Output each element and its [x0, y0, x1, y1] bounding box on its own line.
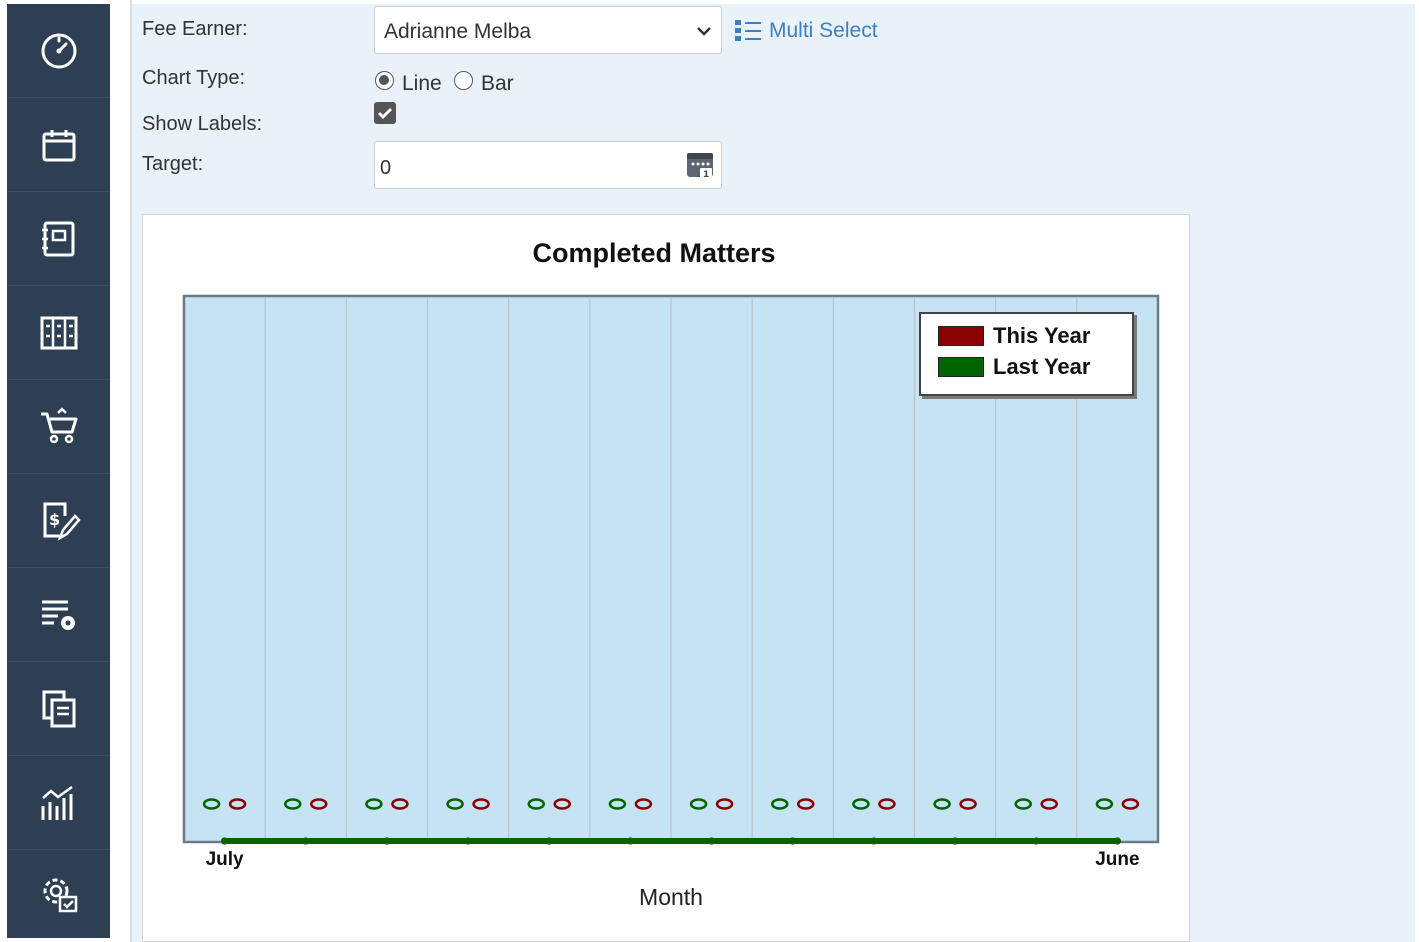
- show-labels-label: Show Labels:: [142, 113, 263, 135]
- checkmark-icon: [378, 108, 392, 119]
- data-point: [708, 837, 716, 845]
- data-point: [789, 837, 797, 845]
- multi-select-label: Multi Select: [769, 19, 878, 42]
- nav-documents[interactable]: [7, 662, 110, 756]
- chart-type-bar-label: Bar: [481, 72, 514, 95]
- data-point: [951, 837, 959, 845]
- nav-shop[interactable]: [7, 380, 110, 474]
- legend-label-this-year: This Year: [993, 323, 1091, 348]
- nav-calendar[interactable]: [7, 98, 110, 192]
- documents-copy-icon: [42, 690, 75, 727]
- x-tick-label: June: [1095, 849, 1139, 870]
- main-panel: Fee Earner: Adrianne Melba Multi Select …: [132, 4, 1415, 942]
- nav-admin[interactable]: [7, 850, 110, 938]
- legend-swatch-this-year: [938, 326, 984, 346]
- data-point: [626, 837, 634, 845]
- number-picker-icon[interactable]: 1: [686, 150, 716, 180]
- data-point: [464, 837, 472, 845]
- target-input[interactable]: 0 1: [374, 141, 722, 189]
- contacts-book-icon: [41, 221, 74, 256]
- chart-type-label: Chart Type:: [142, 67, 246, 89]
- nav-dashboard[interactable]: [7, 4, 110, 98]
- multi-select-list-icon: [735, 20, 761, 41]
- legend-label-last-year: Last Year: [993, 354, 1091, 379]
- data-point: [870, 837, 878, 845]
- data-point: [302, 837, 310, 845]
- chart-type-bar-radio[interactable]: [454, 71, 473, 90]
- dashboard-gauge-icon: [41, 33, 76, 68]
- chart-type-line-radio[interactable]: [375, 71, 394, 90]
- settings-list-icon: [41, 600, 75, 630]
- chevron-down-icon: [697, 27, 711, 36]
- calendar-icon: [42, 129, 75, 161]
- chart-title: Completed Matters: [532, 238, 775, 268]
- nav-billing[interactable]: $: [7, 474, 110, 568]
- nav-library[interactable]: [7, 286, 110, 380]
- reports-chart-icon: [41, 785, 73, 820]
- svg-text:$: $: [49, 510, 60, 529]
- shopping-cart-icon: [40, 406, 77, 443]
- fee-earner-value: Adrianne Melba: [384, 20, 532, 43]
- x-tick-label: July: [206, 849, 244, 870]
- chart-legend: This Year Last Year: [919, 312, 1134, 396]
- show-labels-checkbox[interactable]: [374, 102, 396, 124]
- svg-text:1: 1: [703, 170, 709, 180]
- nav-reports[interactable]: [7, 756, 110, 850]
- chart-type-line-label: Line: [402, 72, 442, 95]
- sidebar: $: [7, 4, 110, 938]
- legend-swatch-last-year: [938, 357, 984, 377]
- data-point: [1032, 837, 1040, 845]
- data-point: [221, 837, 229, 845]
- fee-earner-select[interactable]: Adrianne Melba: [374, 6, 722, 54]
- data-point: [545, 837, 553, 845]
- target-label: Target:: [142, 153, 204, 175]
- admin-gear-icon: [43, 878, 77, 913]
- nav-contacts[interactable]: [7, 192, 110, 286]
- target-value: 0: [380, 157, 392, 179]
- data-point: [383, 837, 391, 845]
- fee-earner-label: Fee Earner:: [142, 18, 248, 40]
- billing-document-icon: $: [43, 502, 81, 541]
- x-axis-label: Month: [639, 884, 703, 910]
- library-icon: [40, 316, 77, 349]
- data-point: [1113, 837, 1121, 845]
- nav-settings-list[interactable]: [7, 568, 110, 662]
